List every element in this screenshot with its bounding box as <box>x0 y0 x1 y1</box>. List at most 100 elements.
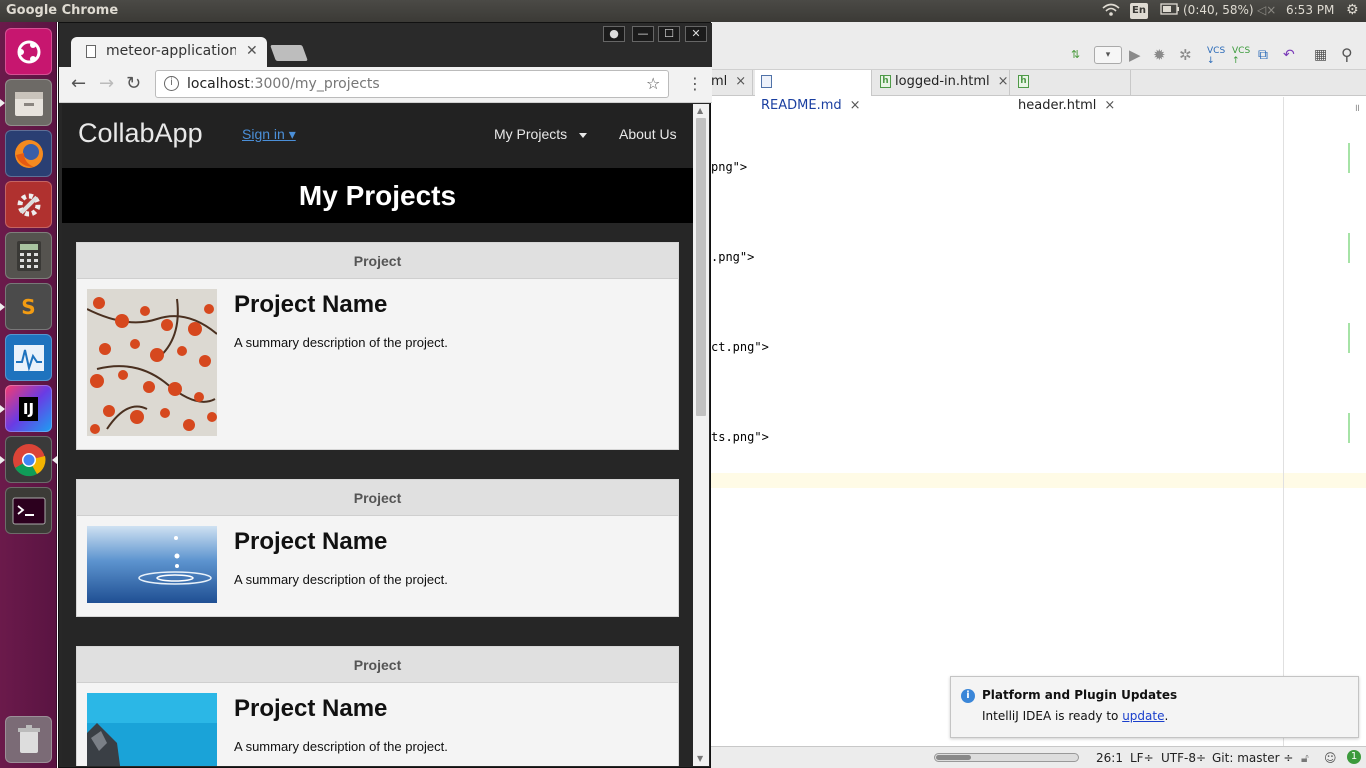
ubuntu-dash-icon[interactable] <box>5 28 52 75</box>
site-navbar: CollabApp Sign in ▾ My Projects About Us <box>62 104 693 168</box>
code-editor[interactable]: png"> .png"> ct.png"> ts.png"> <box>711 97 1283 747</box>
file-encoding[interactable]: UTF-8÷ <box>1161 751 1206 765</box>
google-chrome-icon[interactable] <box>5 436 52 483</box>
calculator-icon[interactable] <box>5 232 52 279</box>
event-log-badge[interactable]: 1 <box>1347 750 1361 764</box>
code-line: ts.png"> <box>711 430 769 444</box>
nav-about-us[interactable]: About Us <box>619 126 677 142</box>
page-viewport: CollabApp Sign in ▾ My Projects About Us… <box>62 104 693 766</box>
editor-tab[interactable]: h logged-in.html × <box>874 70 1010 96</box>
system-monitor-icon[interactable] <box>5 334 52 381</box>
close-tab-icon[interactable]: ✕ <box>246 43 258 59</box>
git-branch[interactable]: Git: master ÷ <box>1212 751 1293 765</box>
minimize-button[interactable]: — <box>632 26 654 42</box>
new-tab-button[interactable] <box>270 45 308 61</box>
markdown-file-icon <box>761 75 772 88</box>
close-icon[interactable]: × <box>735 74 746 89</box>
update-link[interactable]: update <box>1122 709 1164 723</box>
nav-my-projects[interactable]: My Projects <box>494 126 588 142</box>
line-separator[interactable]: LF÷ <box>1130 751 1154 765</box>
battery-icon[interactable] <box>1160 3 1180 18</box>
reload-icon[interactable]: ↻ <box>126 73 141 94</box>
close-icon[interactable]: × <box>998 74 1009 89</box>
project-name[interactable]: Project Name <box>234 695 387 723</box>
project-structure-icon[interactable]: ▦ <box>1314 47 1327 63</box>
terminal-icon[interactable] <box>5 487 52 534</box>
active-app-title: Google Chrome <box>6 3 119 18</box>
url-text[interactable]: localhost:3000/my_projects <box>187 76 380 92</box>
search-everywhere-icon[interactable]: ⚲ <box>1341 45 1353 64</box>
close-window-button[interactable]: ✕ <box>685 26 707 42</box>
brand-logo[interactable]: CollabApp <box>78 118 203 149</box>
profile-icon[interactable]: ● <box>603 26 625 42</box>
html-file-icon: h <box>880 75 891 88</box>
project-name[interactable]: Project Name <box>234 291 387 319</box>
editor-tab[interactable]: ml × <box>711 70 753 96</box>
compare-icon[interactable]: ⧉ <box>1258 47 1268 63</box>
intellij-idea-icon[interactable]: IJ <box>5 385 52 432</box>
revert-icon[interactable]: ↶ <box>1283 47 1295 63</box>
page-scrollbar[interactable]: ▲ ▼ <box>693 104 709 766</box>
card-header: Project <box>77 480 678 516</box>
keyboard-layout-indicator[interactable]: En <box>1130 3 1148 19</box>
volume-muted-icon[interactable]: ◁× <box>1257 3 1276 17</box>
cursor-position[interactable]: 26:1 <box>1096 751 1123 765</box>
scrollbar-thumb[interactable] <box>696 118 706 416</box>
info-icon[interactable]: i <box>164 76 179 91</box>
code-line: .png"> <box>711 250 755 264</box>
change-marker[interactable] <box>1348 233 1350 263</box>
wifi-icon[interactable] <box>1102 3 1120 20</box>
maximize-button[interactable]: ☐ <box>658 26 680 42</box>
bookmark-star-icon[interactable]: ☆ <box>646 74 660 93</box>
run-icon[interactable]: ▶ <box>1129 46 1141 64</box>
rerun-icon[interactable]: ⇅ <box>1071 48 1080 61</box>
gear-icon[interactable]: ⚙ <box>1346 2 1359 18</box>
chrome-menu-icon[interactable]: ⋮ <box>687 74 703 93</box>
info-icon: i <box>961 689 975 703</box>
vcs-update-icon[interactable]: VCS ↓ <box>1207 46 1225 66</box>
inspector-icon[interactable]: ☺ <box>1324 751 1337 765</box>
project-card[interactable]: Project Project Name A summary descripti… <box>76 646 679 766</box>
lock-icon[interactable]: 🔓︎ <box>1301 751 1309 766</box>
vcs-commit-icon[interactable]: VCS ↑ <box>1232 46 1250 66</box>
forward-icon[interactable]: → <box>99 73 114 94</box>
firefox-icon[interactable] <box>5 130 52 177</box>
sign-in-link[interactable]: Sign in ▾ <box>242 126 296 143</box>
change-marker[interactable] <box>1348 323 1350 353</box>
project-description: A summary description of the project. <box>234 572 448 587</box>
address-bar[interactable]: i localhost:3000/my_projects ☆ <box>155 70 669 98</box>
code-line: ct.png"> <box>711 340 769 354</box>
browser-tab[interactable]: meteor-application ✕ <box>71 37 267 67</box>
editor-tab[interactable]: hheader.html × <box>1012 70 1131 113</box>
card-header: Project <box>77 243 678 279</box>
clock[interactable]: 6:53 PM <box>1286 3 1334 17</box>
chrome-titlebar: meteor-application ✕ ● — ☐ ✕ <box>59 23 712 67</box>
progress-bar[interactable] <box>934 753 1079 762</box>
system-settings-icon[interactable] <box>5 181 52 228</box>
project-card[interactable]: Project Project Name A summary descripti… <box>76 242 679 450</box>
back-icon[interactable]: ← <box>71 73 86 94</box>
right-margin-guide <box>1283 97 1284 747</box>
change-marker[interactable] <box>1348 143 1350 173</box>
url-path: :3000/my_projects <box>249 76 380 92</box>
ide-toolbar: ⇅ ▾ ▶ ✹ ✲ VCS ↓ VCS ↑ ⧉ ↶ ▦ ⚲ <box>711 22 1366 70</box>
intellij-window: ⇅ ▾ ▶ ✹ ✲ VCS ↓ VCS ↑ ⧉ ↶ ▦ ⚲ ml × README.m… <box>711 22 1366 768</box>
project-card[interactable]: Project Project Name A summary descripti… <box>76 479 679 617</box>
page-icon <box>86 45 96 58</box>
project-description: A summary description of the project. <box>234 335 448 350</box>
chrome-window: meteor-application ✕ ● — ☐ ✕ ← → ↻ i loc… <box>58 22 712 768</box>
project-name[interactable]: Project Name <box>234 528 387 556</box>
change-marker[interactable] <box>1348 413 1350 443</box>
project-image-blossoms <box>87 289 217 436</box>
run-config-dropdown[interactable]: ▾ <box>1094 46 1122 64</box>
files-icon[interactable] <box>5 79 52 126</box>
editor-tab-active[interactable]: README.md × <box>755 70 872 113</box>
coverage-icon[interactable]: ✲ <box>1179 46 1192 64</box>
editor-options-icon[interactable]: ॥ <box>1354 100 1360 114</box>
debug-icon[interactable]: ✹ <box>1153 46 1166 64</box>
sublime-text-icon[interactable]: S <box>5 283 52 330</box>
trash-icon[interactable] <box>5 716 52 763</box>
scroll-down-icon[interactable]: ▼ <box>697 754 703 763</box>
update-notification[interactable]: i Platform and Plugin Updates IntelliJ I… <box>950 676 1359 738</box>
scroll-up-icon[interactable]: ▲ <box>697 106 703 115</box>
